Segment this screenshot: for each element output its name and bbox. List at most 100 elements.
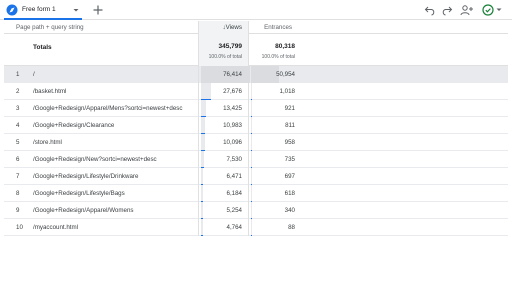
column-header-entrances-label: Entrances xyxy=(264,24,292,31)
row-views-value: 13,425 xyxy=(223,105,242,112)
column-header-entrances[interactable]: Entrances xyxy=(249,21,301,34)
tab-label: Free form 1 xyxy=(22,6,56,13)
totals-label: Totals xyxy=(33,44,52,51)
row-index: 9 xyxy=(16,207,20,214)
undo-icon[interactable] xyxy=(424,4,436,16)
dropdown-caret-icon[interactable] xyxy=(72,6,80,14)
row-views-cell: 10,096 xyxy=(198,134,249,151)
totals-entrances-cell: 80,318 100.0% of total xyxy=(249,34,301,66)
entrances-bar xyxy=(251,117,252,134)
row-entrances-value: 1,018 xyxy=(279,88,295,95)
views-bar xyxy=(201,151,204,168)
row-entrances-cell: 1,018 xyxy=(249,83,301,100)
entrances-bar xyxy=(251,134,253,151)
views-bar xyxy=(201,117,205,134)
totals-views-value: 345,799 xyxy=(218,43,243,50)
entrances-bar-line xyxy=(251,234,252,236)
row-entrances-value: 697 xyxy=(284,173,295,180)
row-page-path[interactable]: /store.html xyxy=(33,139,62,146)
totals-entrances-value: 80,318 xyxy=(275,43,295,50)
row-page-path[interactable]: /Google+Redesign/New?sortci=newest+desc xyxy=(33,156,157,163)
row-page-path[interactable]: /Google+Redesign/Lifestyle/Bags xyxy=(33,190,125,197)
check-circle-status-icon[interactable] xyxy=(482,4,504,16)
row-entrances-cell: 697 xyxy=(249,168,301,185)
row-views-value: 27,676 xyxy=(223,88,242,95)
share-person-add-icon[interactable] xyxy=(460,4,474,16)
row-page-path[interactable]: /Google+Redesign/Apparel/Womens xyxy=(33,207,134,214)
row-entrances-cell: 618 xyxy=(249,185,301,202)
totals-row: Totals 345,799 100.0% of total 80,318 10… xyxy=(4,34,508,66)
row-views-cell: 13,425 xyxy=(198,100,249,117)
row-index: 2 xyxy=(16,88,20,95)
entrances-bar xyxy=(251,66,279,83)
row-views-cell: 76,414 xyxy=(198,66,250,83)
table-row[interactable]: 3/Google+Redesign/Apparel/Mens?sortci=ne… xyxy=(4,100,508,117)
entrances-bar xyxy=(251,168,252,185)
redo-icon[interactable] xyxy=(441,4,453,16)
row-views-value: 5,254 xyxy=(226,207,242,214)
row-entrances-value: 958 xyxy=(284,139,295,146)
views-bar xyxy=(201,168,204,185)
row-views-value: 6,184 xyxy=(226,190,242,197)
table-row[interactable]: 4/Google+Redesign/Clearance 10,983 811 xyxy=(4,117,508,134)
row-entrances-cell: 921 xyxy=(249,100,301,117)
table-row[interactable]: 7/Google+Redesign/Lifestyle/Drinkware 6,4… xyxy=(4,168,508,185)
row-entrances-cell: 88 xyxy=(249,219,301,236)
entrances-bar xyxy=(251,219,252,236)
table-row[interactable]: 1 / 76,414 50,954 xyxy=(4,66,508,83)
column-header-page-path[interactable]: Page path + query string xyxy=(16,24,84,31)
table-row[interactable]: 9/Google+Redesign/Apparel/Womens 5,254 340 xyxy=(4,202,508,219)
row-index: 7 xyxy=(16,173,20,180)
column-header-views[interactable]: ↓Views xyxy=(198,21,249,34)
tab-free-form-1[interactable]: Free form 1 xyxy=(4,1,82,20)
row-views-value: 10,983 xyxy=(223,122,242,129)
row-views-cell: 6,184 xyxy=(198,185,249,202)
views-bar xyxy=(201,134,205,151)
row-page-path[interactable]: /Google+Redesign/Apparel/Mens?sortci=new… xyxy=(33,105,182,112)
entrances-bar xyxy=(251,151,252,168)
table-header: Page path + query string ↓Views Entrance… xyxy=(4,21,508,34)
row-index: 3 xyxy=(16,105,20,112)
row-views-cell: 27,676 xyxy=(198,83,249,100)
row-index: 8 xyxy=(16,190,20,197)
table-row[interactable]: 6/Google+Redesign/New?sortci=newest+desc… xyxy=(4,151,508,168)
row-entrances-value: 88 xyxy=(288,224,295,231)
tab-bar: Free form 1 xyxy=(0,0,512,20)
entrances-bar xyxy=(251,83,253,100)
row-entrances-value: 618 xyxy=(284,190,295,197)
totals-views-cell: 345,799 100.0% of total xyxy=(198,34,249,66)
row-views-cell: 7,530 xyxy=(198,151,249,168)
table-row[interactable]: 8/Google+Redesign/Lifestyle/Bags 6,184 618 xyxy=(4,185,508,202)
table-row[interactable]: 2/basket.html 27,676 1,018 xyxy=(4,83,508,100)
row-index: 5 xyxy=(16,139,20,146)
add-tab-icon[interactable] xyxy=(92,4,104,16)
row-views-value: 76,414 xyxy=(223,71,242,78)
row-entrances-value: 340 xyxy=(284,207,295,214)
row-entrances-value: 50,954 xyxy=(276,71,295,78)
row-page-path[interactable]: /basket.html xyxy=(33,88,66,95)
row-index: 10 xyxy=(16,224,23,231)
views-bar xyxy=(201,83,211,100)
views-bar xyxy=(201,185,204,202)
row-entrances-value: 811 xyxy=(285,122,295,129)
row-views-cell: 5,254 xyxy=(198,202,249,219)
row-page-path[interactable]: /Google+Redesign/Clearance xyxy=(33,122,114,129)
row-views-cell: 6,471 xyxy=(198,168,249,185)
row-index: 6 xyxy=(16,156,20,163)
views-bar xyxy=(201,219,203,236)
row-index: 1 xyxy=(16,71,20,78)
entrances-bar xyxy=(251,100,252,117)
row-entrances-cell: 340 xyxy=(249,202,301,219)
row-page-path[interactable]: / xyxy=(33,71,35,78)
views-bar xyxy=(201,202,203,219)
table-row[interactable]: 5/store.html 10,096 958 xyxy=(4,134,508,151)
row-entrances-cell: 811 xyxy=(249,117,301,134)
row-entrances-value: 921 xyxy=(284,105,295,112)
table-row[interactable]: 10/myaccount.html 4,764 88 xyxy=(4,219,508,236)
row-page-path[interactable]: /myaccount.html xyxy=(33,224,78,231)
totals-entrances-percent: 100.0% of total xyxy=(261,54,295,60)
views-bar-line xyxy=(201,234,203,236)
views-bar xyxy=(201,100,206,117)
totals-views-percent: 100.0% of total xyxy=(208,54,242,60)
row-page-path[interactable]: /Google+Redesign/Lifestyle/Drinkware xyxy=(33,173,138,180)
